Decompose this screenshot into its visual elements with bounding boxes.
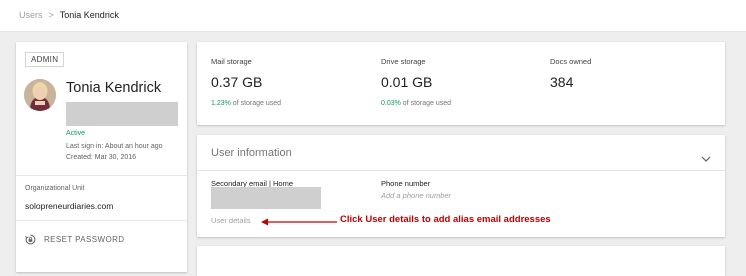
chevron-down-icon <box>701 156 711 162</box>
storage-summary-card: Mail storage 0.37 GB 1.23% of storage us… <box>197 42 725 125</box>
divider <box>16 175 187 176</box>
drive-storage-value: 0.01 GB <box>381 74 433 90</box>
lock-reset-icon <box>25 234 36 245</box>
breadcrumb-current: Tonia Kendrick <box>59 10 119 20</box>
role-badge: ADMIN <box>25 52 65 67</box>
reset-password-button[interactable]: RESET PASSWORD <box>25 234 124 245</box>
redacted-email <box>66 102 178 126</box>
drive-storage-suffix: of storage used <box>400 100 452 107</box>
drive-storage-percent: 0.03% <box>381 100 401 107</box>
phone-number-field[interactable]: Add a phone number <box>381 191 451 200</box>
user-information-card: User information Secondary email | Home … <box>197 135 725 237</box>
created-date: Created: Mar 30, 2016 <box>66 154 137 161</box>
annotation-arrow-icon <box>261 218 337 226</box>
drive-storage-usage: 0.03% of storage used <box>381 100 451 107</box>
mail-storage-suffix: of storage used <box>230 100 282 107</box>
annotation-callout: Click User details to add alias email ad… <box>340 214 551 225</box>
user-photo-icon <box>24 79 56 111</box>
redacted-secondary-email <box>211 187 321 209</box>
docs-owned-value: 384 <box>550 74 574 90</box>
user-details-link[interactable]: User details <box>211 216 251 225</box>
user-information-title[interactable]: User information <box>211 147 292 159</box>
org-unit-label: Organizational Unit <box>25 185 85 192</box>
user-profile-card: ADMIN Tonia Kendrick Active Last sign in… <box>16 42 187 272</box>
divider <box>16 220 187 221</box>
avatar <box>24 79 56 111</box>
breadcrumb-users-link[interactable]: Users <box>19 10 43 20</box>
top-bar: Users > Tonia Kendrick <box>0 0 746 32</box>
drive-storage-label: Drive storage <box>381 57 426 66</box>
divider <box>197 170 725 171</box>
mail-storage-usage: 1.23% of storage used <box>211 100 281 107</box>
status-badge: Active <box>66 130 86 137</box>
docs-owned-label: Docs owned <box>550 57 592 66</box>
mail-storage-percent: 1.23% <box>211 100 231 107</box>
org-unit-value[interactable]: solopreneurdiaries.com <box>25 201 113 211</box>
breadcrumb-separator: > <box>48 10 54 20</box>
mail-storage-label: Mail storage <box>211 57 252 66</box>
expand-user-info-button[interactable] <box>701 149 711 167</box>
phone-number-label: Phone number <box>381 179 431 188</box>
breadcrumb: Users > Tonia Kendrick <box>19 10 119 20</box>
mail-storage-value: 0.37 GB <box>211 74 263 90</box>
last-sign-in: Last sign in: About an hour ago <box>66 143 163 150</box>
reset-password-label: RESET PASSWORD <box>44 235 125 244</box>
user-full-name: Tonia Kendrick <box>66 80 162 96</box>
additional-card <box>197 246 725 276</box>
